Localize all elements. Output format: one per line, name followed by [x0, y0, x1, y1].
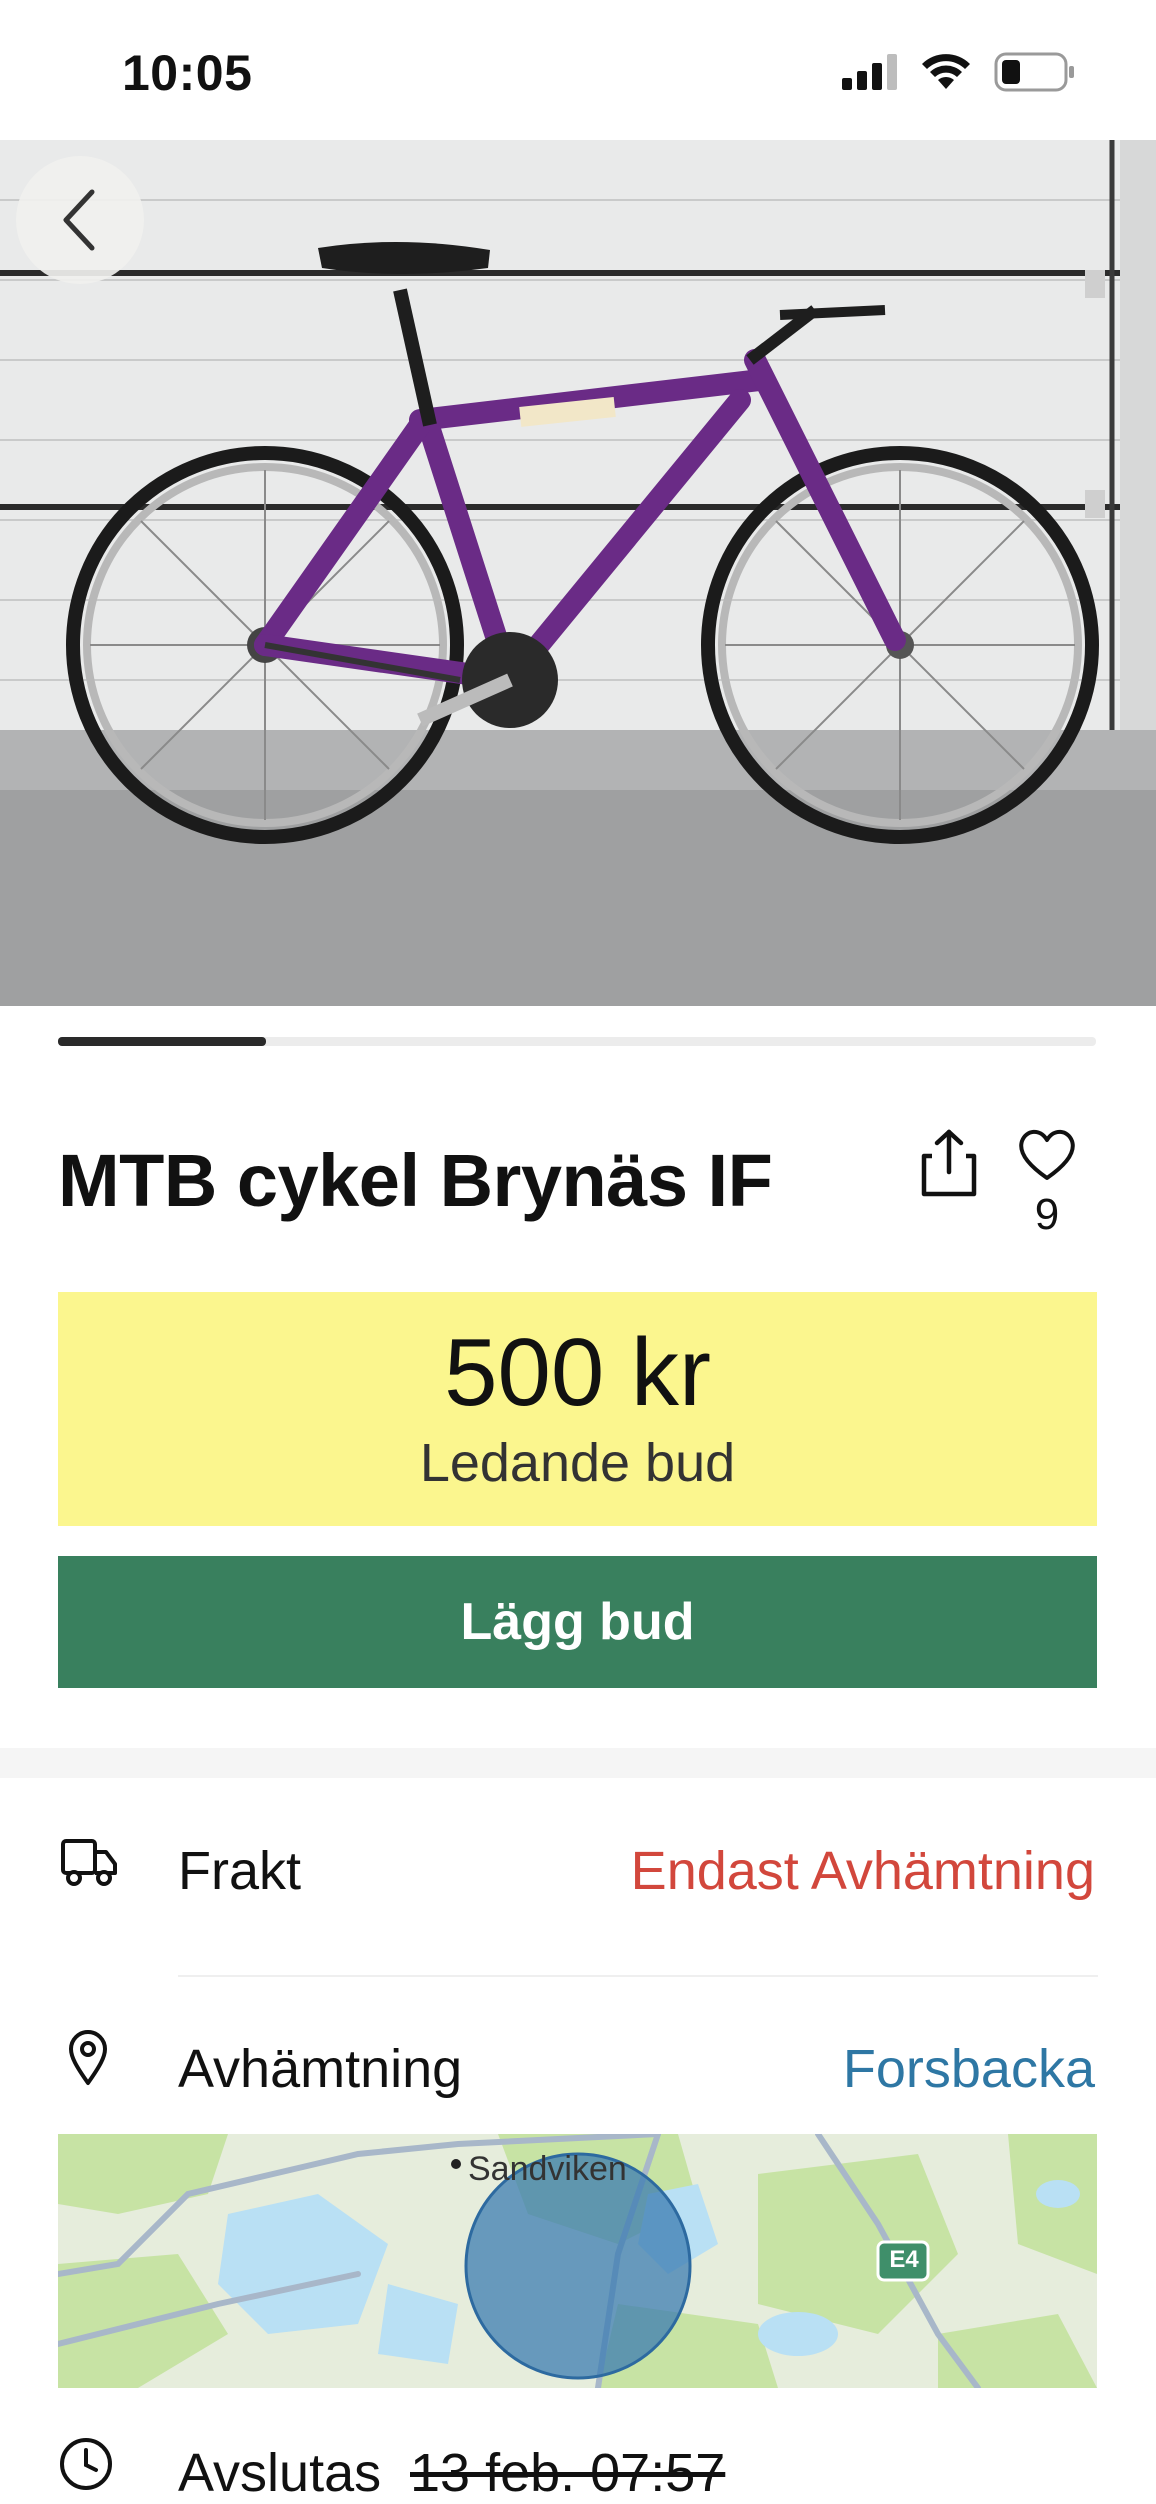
pickup-location[interactable]: Forsbacka: [843, 2038, 1095, 2100]
clock-icon: [60, 2438, 112, 2490]
map-road-label: E4: [889, 2246, 919, 2273]
shipping-label: Frakt: [178, 1841, 302, 1901]
share-icon: [921, 1129, 977, 1197]
map-place-label: Sandviken: [468, 2150, 627, 2188]
pickup-map[interactable]: Sandviken E4: [58, 2134, 1097, 2388]
battery-icon: [994, 52, 1074, 92]
place-bid-button[interactable]: Lägg bud: [58, 1556, 1097, 1688]
like-button[interactable]: 9: [1014, 1126, 1080, 1239]
price-label: Ledande bud: [419, 1433, 736, 1493]
like-count: 9: [1034, 1190, 1060, 1239]
status-icons: [842, 52, 1076, 92]
chevron-left-icon: [63, 189, 95, 251]
ends-value: 13 feb. 07:57: [410, 2443, 726, 2503]
listing-photo[interactable]: [0, 140, 1156, 1006]
wifi-icon: [922, 54, 970, 89]
current-bid-price: 500 kr: [444, 1319, 711, 1426]
bicycle-photo: [0, 140, 1156, 1006]
location-pin-icon: [69, 2030, 107, 2085]
back-button[interactable]: [16, 156, 144, 284]
ends-label: Avslutas: [178, 2443, 382, 2503]
share-button[interactable]: [918, 1128, 980, 1198]
heart-icon: [1019, 1129, 1075, 1180]
price-box: 500 kr Ledande bud: [58, 1292, 1097, 1526]
signal-icon: [842, 54, 897, 90]
photo-carousel-indicator: [58, 1037, 1096, 1046]
row-divider: [178, 1975, 1098, 1977]
status-time: 10:05: [122, 45, 253, 101]
listing-title: MTB cykel Brynäs IF: [58, 1139, 773, 1222]
pickup-label: Avhämtning: [178, 2039, 463, 2099]
shipping-value: Endast Avhämtning: [630, 1841, 1095, 1901]
section-divider: [0, 1748, 1156, 1778]
status-bar: 10:05: [0, 0, 1156, 140]
truck-icon: [61, 1839, 117, 1886]
carousel-active-segment: [58, 1037, 266, 1046]
